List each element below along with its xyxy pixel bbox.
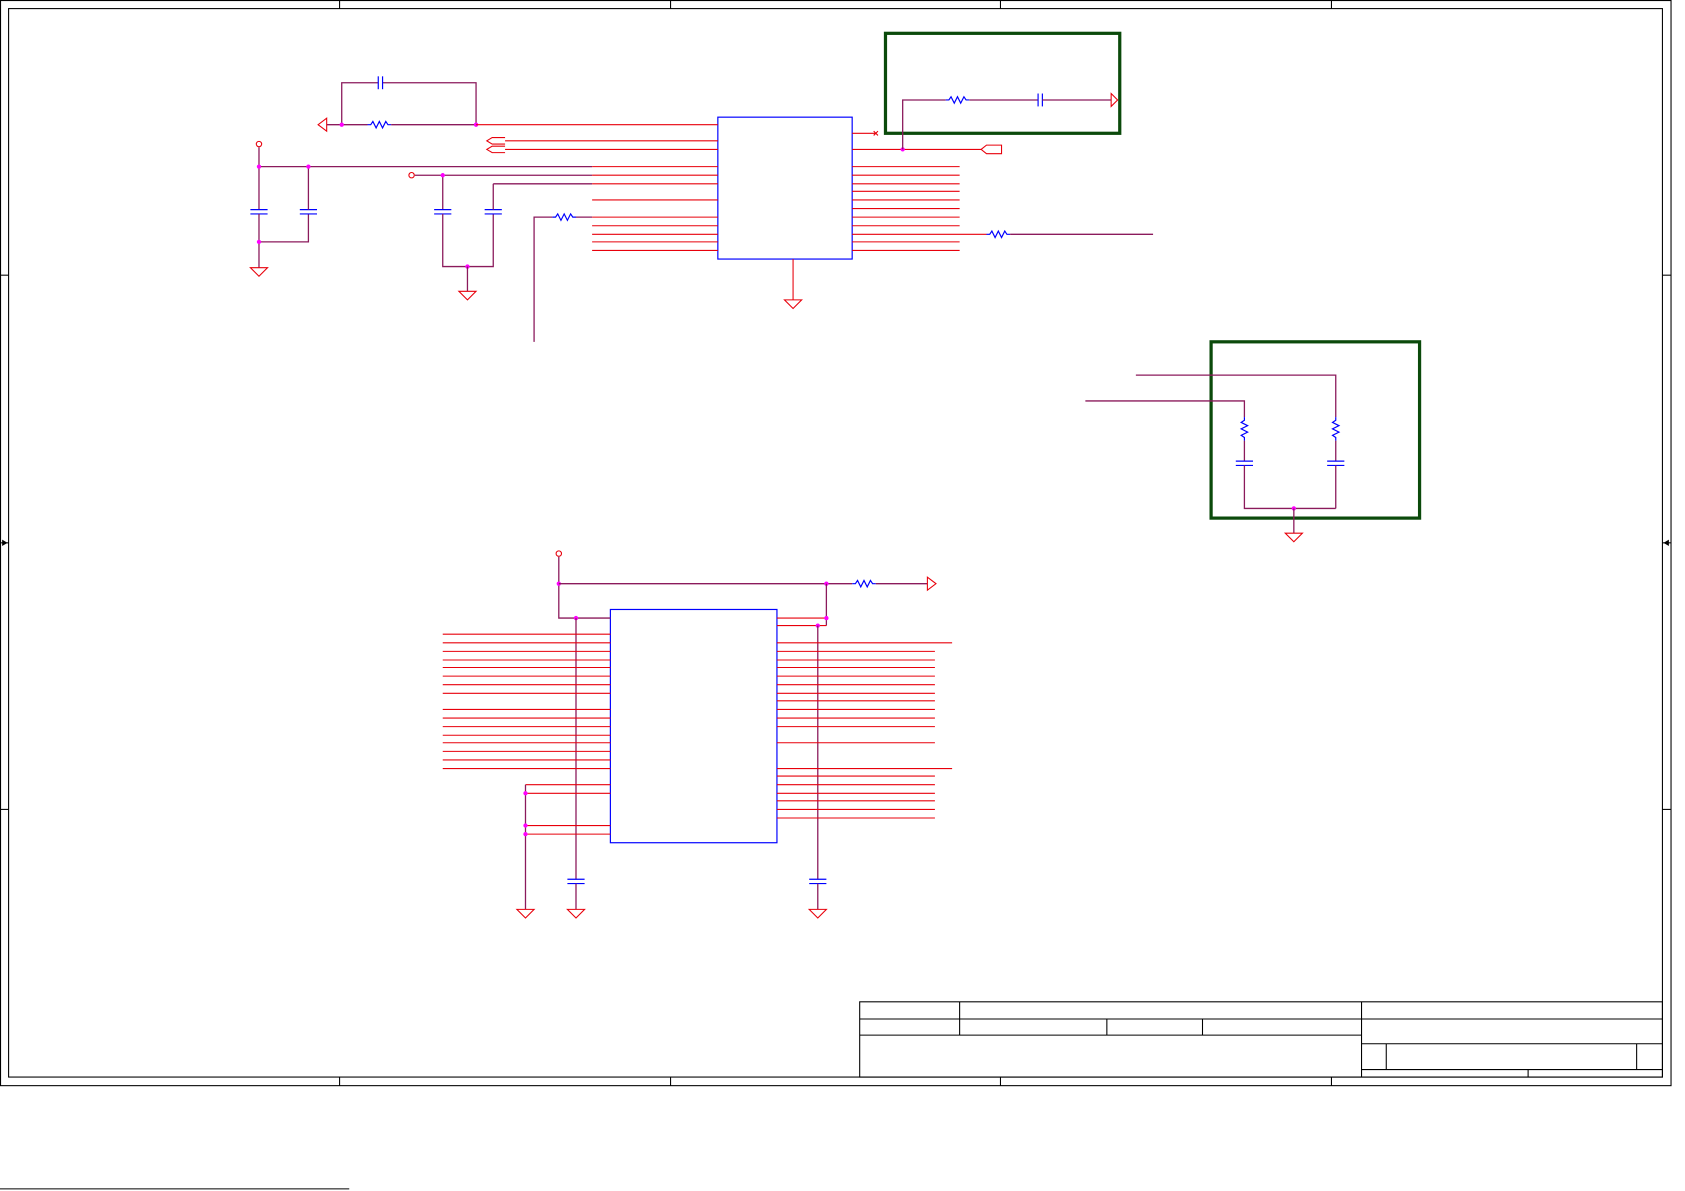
off-page-connector	[980, 144, 1003, 155]
ground-icon	[566, 908, 586, 919]
inner-border	[8, 8, 1663, 1078]
wire	[258, 213, 310, 243]
junction-dot	[824, 615, 829, 621]
ic-2-body	[609, 608, 778, 844]
junction-dot	[256, 239, 262, 245]
off-page-connector	[485, 137, 506, 145]
resistor	[1331, 417, 1341, 441]
wire	[341, 82, 379, 125]
wire	[442, 213, 494, 268]
wire	[382, 82, 477, 125]
schematic-canvas	[0, 0, 1672, 1190]
centering-arrow-icon	[2, 539, 8, 547]
outer-border	[0, 0, 1672, 1087]
resistor	[552, 212, 576, 222]
signal-port-icon	[926, 576, 937, 592]
wire	[1085, 400, 1246, 418]
off-page-connector	[485, 145, 506, 154]
ground-icon	[515, 908, 536, 919]
ground-icon	[1283, 532, 1304, 543]
junction-dot	[339, 122, 344, 127]
wire	[533, 216, 553, 342]
ic-1-body	[717, 116, 853, 260]
power-port-icon	[555, 550, 563, 557]
title-block-border	[859, 1001, 1663, 1078]
junction-dot	[306, 164, 311, 169]
junction-dot	[523, 823, 528, 828]
drawing-frame	[0, 0, 1672, 1190]
wire	[1135, 374, 1337, 418]
ground-icon	[249, 267, 269, 278]
highlight-box	[883, 31, 1122, 135]
resistor	[1239, 417, 1249, 441]
centering-arrow-icon	[1663, 539, 1669, 547]
resistor	[852, 579, 876, 589]
ic-1	[249, 76, 1154, 342]
title-block	[859, 1001, 1663, 1078]
ground-icon	[783, 299, 803, 310]
resistor	[986, 229, 1011, 239]
wire	[1243, 465, 1336, 510]
wire	[558, 556, 611, 619]
resistor	[945, 95, 970, 105]
junction-dot	[523, 791, 528, 796]
power-port-icon	[408, 171, 415, 179]
junction-dot	[523, 831, 528, 837]
signal-port-icon	[317, 117, 328, 133]
signal-port-icon	[1110, 92, 1119, 108]
ic-2	[442, 550, 953, 919]
wire	[902, 99, 946, 150]
junction-dot	[440, 173, 445, 178]
ground-icon	[807, 908, 828, 919]
junction-dot	[256, 164, 262, 169]
ground-icon	[457, 290, 478, 301]
power-port-icon	[255, 140, 263, 148]
resistor	[367, 120, 392, 130]
